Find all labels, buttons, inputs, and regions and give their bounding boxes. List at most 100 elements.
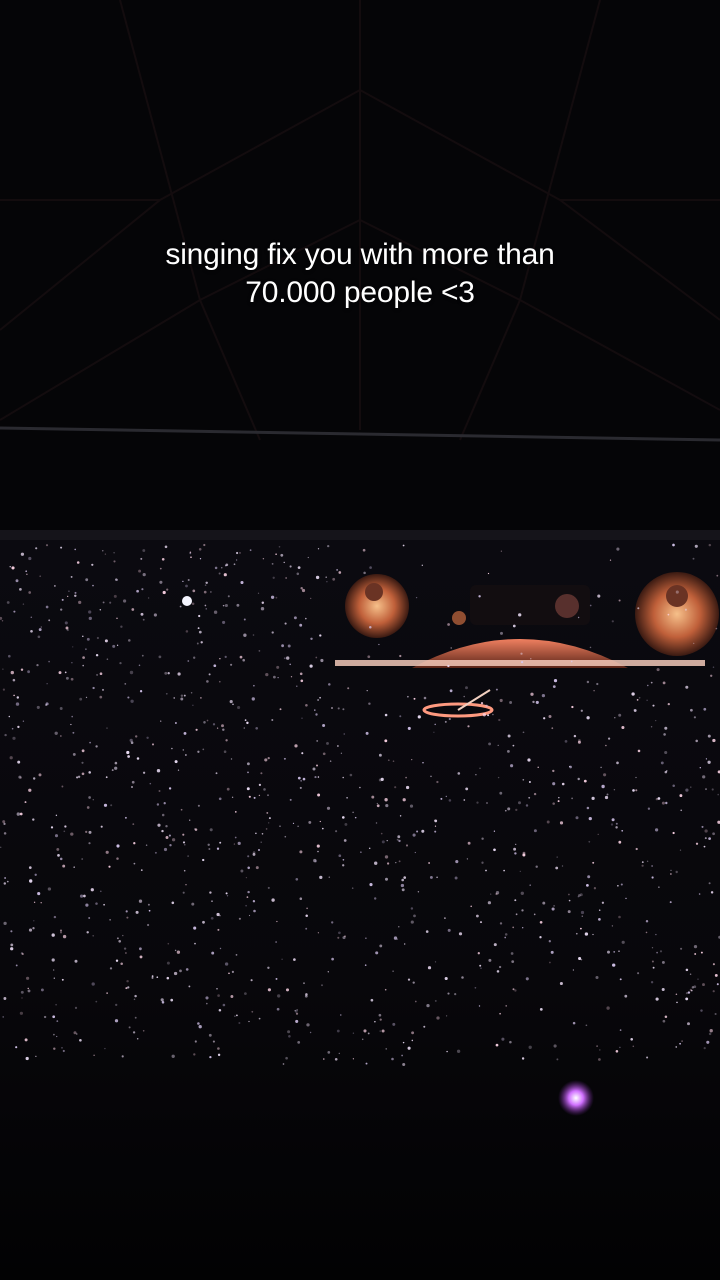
- phone-light: [522, 778, 525, 781]
- phone-light: [413, 914, 416, 918]
- phone-light: [397, 835, 401, 839]
- phone-light: [164, 545, 168, 549]
- phone-light: [218, 572, 221, 575]
- phone-light: [167, 672, 170, 675]
- phone-light: [212, 1040, 215, 1043]
- phone-light: [258, 650, 261, 652]
- phone-light: [116, 644, 119, 646]
- phone-light: [317, 548, 320, 550]
- phone-light: [71, 662, 73, 664]
- phone-light: [275, 941, 277, 943]
- phone-light: [487, 714, 490, 717]
- phone-light: [236, 551, 239, 555]
- phone-light: [612, 963, 616, 967]
- phone-light: [368, 847, 371, 850]
- stage-screen-small: [452, 611, 466, 625]
- phone-light: [129, 670, 134, 675]
- phone-light: [240, 869, 244, 873]
- phone-light: [225, 563, 229, 567]
- phone-light: [203, 721, 206, 724]
- phone-light: [411, 758, 413, 761]
- phone-light: [445, 795, 447, 798]
- phone-light: [93, 1054, 95, 1057]
- phone-light: [163, 847, 168, 852]
- phone-light: [285, 988, 290, 992]
- phone-light: [267, 966, 270, 969]
- phone-light: [480, 967, 482, 969]
- phone-light: [684, 608, 687, 611]
- phone-light: [410, 920, 414, 924]
- phone-light: [243, 618, 246, 621]
- phone-light: [422, 761, 424, 764]
- phone-light: [192, 704, 194, 706]
- phone-light: [509, 1040, 512, 1044]
- phone-light: [72, 731, 75, 734]
- phone-light: [303, 982, 305, 985]
- phone-light: [19, 1011, 24, 1015]
- phone-light: [676, 1001, 678, 1004]
- phone-light: [191, 602, 195, 606]
- phone-light: [322, 827, 324, 830]
- phone-light: [561, 782, 565, 786]
- phone-light: [593, 887, 597, 890]
- phone-light: [54, 731, 58, 735]
- phone-light: [319, 696, 321, 699]
- phone-light: [407, 978, 411, 981]
- phone-light: [206, 680, 209, 683]
- phone-light: [392, 970, 394, 973]
- video-frame: singing fix you with more than 70.000 pe…: [0, 0, 720, 1280]
- phone-light: [315, 713, 318, 716]
- phone-light: [693, 716, 697, 719]
- phone-light: [487, 572, 490, 575]
- phone-light: [380, 832, 383, 835]
- phone-light: [407, 695, 409, 698]
- phone-light: [620, 883, 623, 886]
- phone-light: [284, 622, 287, 625]
- phone-light: [182, 841, 186, 844]
- phone-light: [401, 888, 405, 892]
- phone-light: [556, 856, 558, 858]
- phone-light: [159, 580, 163, 584]
- phone-light: [515, 843, 517, 846]
- phone-light: [586, 806, 590, 810]
- phone-light: [449, 689, 453, 693]
- phone-light: [588, 816, 592, 821]
- phone-light: [160, 998, 164, 1002]
- phone-light: [15, 579, 19, 583]
- phone-light: [307, 556, 309, 559]
- phone-light: [64, 825, 67, 828]
- phone-light: [81, 772, 85, 776]
- phone-light: [197, 1022, 200, 1025]
- phone-light: [95, 653, 99, 657]
- phone-light: [217, 1047, 220, 1050]
- phone-light: [21, 997, 23, 999]
- phone-light: [655, 997, 659, 1001]
- phone-light: [85, 648, 87, 651]
- phone-light: [54, 834, 59, 838]
- phone-light: [261, 833, 264, 835]
- phone-light: [151, 975, 154, 977]
- phone-light: [51, 933, 55, 937]
- phone-light: [711, 788, 714, 791]
- phone-light: [708, 1032, 712, 1036]
- phone-light: [229, 700, 233, 704]
- phone-light: [317, 699, 319, 701]
- phone-light: [433, 731, 435, 733]
- phone-light: [47, 887, 52, 891]
- phone-light: [276, 1007, 280, 1011]
- phone-light: [205, 608, 207, 610]
- phone-light: [604, 795, 609, 800]
- phone-light: [19, 812, 23, 816]
- phone-light: [287, 644, 291, 648]
- phone-light: [4, 877, 6, 879]
- phone-light: [72, 752, 76, 756]
- phone-light: [138, 664, 141, 667]
- phone-light: [641, 861, 644, 863]
- phone-light: [616, 761, 619, 765]
- phone-light: [227, 595, 230, 598]
- phone-light: [352, 1058, 354, 1060]
- phone-light: [488, 958, 492, 962]
- phone-light: [70, 832, 74, 836]
- phone-light: [260, 772, 263, 775]
- phone-light: [405, 776, 407, 779]
